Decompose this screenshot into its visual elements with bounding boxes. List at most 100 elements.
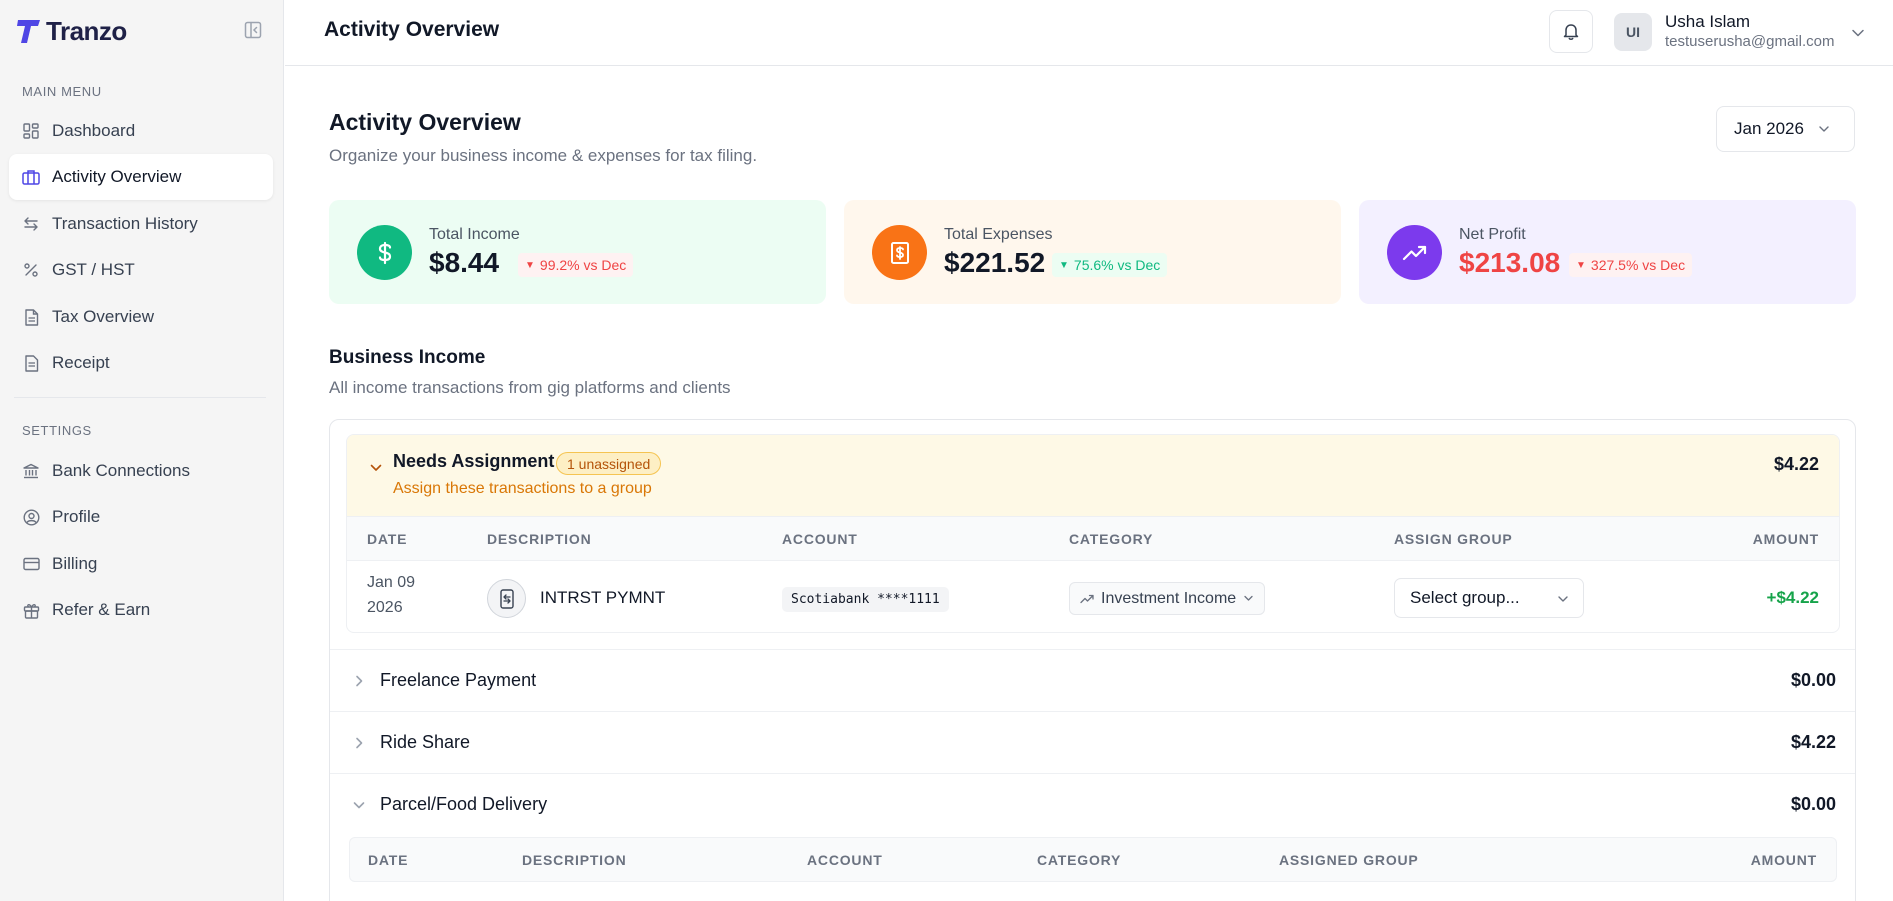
assign-group-select[interactable]: Select group... [1394,578,1584,618]
page-subtitle: Organize your business income & expenses… [329,146,758,165]
sidebar-item-label: Bank Connections [52,461,190,480]
page-title: Activity Overview [329,109,521,135]
group-amount: $4.22 [1790,732,1836,752]
sidebar-item-activity-overview[interactable]: Activity Overview [9,154,273,200]
arrows-swap-icon [22,215,40,233]
gift-icon [22,601,40,619]
sidebar-item-label: Dashboard [52,121,136,140]
briefcase-icon [22,168,40,186]
brand-logo[interactable]: Tranzo [16,16,127,46]
arrow-down-icon: ▼ [525,259,535,271]
column-header: ASSIGN GROUP [1394,531,1513,547]
sidebar-item-label: GST / HST [52,260,135,279]
sidebar-item-profile[interactable]: Profile [9,494,273,540]
avatar[interactable]: UI [1614,13,1652,51]
chevron-down-icon[interactable] [1851,26,1865,40]
sidebar-item-label: Transaction History [52,214,198,233]
sidebar-item-tax-overview[interactable]: Tax Overview [9,294,273,340]
needs-assignment-subtitle: Assign these transactions to a group [393,480,652,497]
receipt-icon [22,354,40,372]
settings-label: SETTINGS [22,423,92,438]
credit-card-icon [22,555,40,573]
sidebar-item-dashboard[interactable]: Dashboard [9,108,273,154]
group-row-parcel-food-delivery[interactable]: Parcel/Food Delivery $0.00 [330,773,1855,835]
main-menu-label: MAIN MENU [22,84,102,99]
assign-group-placeholder: Select group... [1410,588,1520,607]
chevron-down-icon[interactable] [369,461,383,475]
header-title: Activity Overview [324,18,500,41]
column-header: ASSIGNED GROUP [1279,852,1419,868]
group-name: Parcel/Food Delivery [380,794,548,814]
bank-icon [22,462,40,480]
stat-delta-text: 75.6% vs Dec [1073,257,1161,273]
total-expenses-card: Total Expenses $221.52 ▼ 75.6% vs Dec [844,200,1341,304]
percent-icon [22,261,40,279]
collapse-sidebar-icon[interactable] [244,21,262,39]
group-amount: $0.00 [1790,670,1836,690]
sidebar-item-gst-hst[interactable]: GST / HST [9,247,273,293]
column-header: DATE [367,531,408,547]
user-circle-icon [22,508,40,526]
column-header: CATEGORY [1037,852,1122,868]
stat-delta-badge: ▼ 327.5% vs Dec [1569,253,1693,277]
user-email: testuserusha@gmail.com [1665,33,1835,50]
needs-assignment-title: Needs Assignment [393,451,555,471]
transaction-description: INTRST PYMNT [540,588,666,607]
stat-delta-badge: ▼ 75.6% vs Dec [1052,253,1168,277]
user-name[interactable]: Usha Islam [1665,12,1750,32]
category-label: Investment Income [1101,589,1237,607]
sidebar-item-label: Refer & Earn [52,600,151,619]
total-income-card: Total Income $8.44 ▼ 99.2% vs Dec [329,200,826,304]
column-header: CATEGORY [1069,531,1154,547]
stat-value: $213.08 [1459,247,1561,278]
needs-assignment-group: Needs Assignment 1 unassigned Assign the… [346,434,1840,633]
needs-assignment-header[interactable]: Needs Assignment 1 unassigned Assign the… [347,435,1839,516]
sidebar-item-transaction-history[interactable]: Transaction History [9,201,273,247]
stat-delta-text: 99.2% vs Dec [539,257,627,273]
category-selector[interactable]: Investment Income [1069,582,1266,615]
tranzo-logo-icon [17,20,40,43]
stat-value: $8.44 [429,247,500,278]
parcel-food-table-header: DATE DESCRIPTION ACCOUNT CATEGORY ASSIGN… [349,837,1837,882]
sidebar-item-refer-earn[interactable]: Refer & Earn [9,587,273,633]
month-selector[interactable]: Jan 2026 [1716,106,1855,152]
bell-icon [1563,24,1579,40]
sidebar-item-billing[interactable]: Billing [9,541,273,587]
transaction-year: 2026 [367,599,403,616]
chevron-right-icon[interactable] [352,736,366,750]
bank-transfer-icon [487,579,526,618]
column-header: DESCRIPTION [522,852,627,868]
sidebar: Tranzo MAIN MENU Dashboard Activity Over… [0,0,284,901]
table-header: DATE DESCRIPTION ACCOUNT CATEGORY ASSIGN… [347,516,1839,561]
sidebar-item-label: Billing [52,554,98,573]
sidebar-item-receipt[interactable]: Receipt [9,340,273,386]
column-header: DATE [368,852,409,868]
brand-name: Tranzo [46,15,127,46]
chevron-down-icon [1244,595,1253,601]
sidebar-item-label: Profile [52,507,101,526]
section-title: Business Income [329,347,486,368]
trending-up-icon [1080,594,1094,603]
arrow-down-icon: ▼ [1059,259,1069,271]
sidebar-item-bank-connections[interactable]: Bank Connections [9,448,273,494]
chevron-right-icon[interactable] [352,674,366,688]
sidebar-item-label: Tax Overview [52,307,155,326]
column-header: ACCOUNT [807,852,883,868]
group-row-freelance-payment[interactable]: Freelance Payment $0.00 [330,649,1855,711]
transaction-amount: +$4.22 [1766,588,1819,607]
chevron-down-icon[interactable] [352,798,366,812]
account-chip: Scotiabank ****1111 [782,587,949,612]
table-row[interactable]: Jan 09 2026 INTRST PYMNT Scotiabank ****… [347,561,1839,632]
notifications-button[interactable] [1549,10,1593,53]
sidebar-divider [14,397,266,398]
chevron-down-icon [1819,126,1829,132]
group-name: Ride Share [380,732,471,752]
stat-label: Net Profit [1459,226,1526,243]
group-row-ride-share[interactable]: Ride Share $4.22 [330,711,1855,773]
column-header: AMOUNT [1752,531,1819,547]
month-value: Jan 2026 [1734,119,1804,138]
receipt-dollar-icon [872,225,927,280]
stat-delta-text: 327.5% vs Dec [1590,257,1686,273]
needs-assignment-amount: $4.22 [1773,454,1819,474]
group-name: Freelance Payment [380,670,537,690]
